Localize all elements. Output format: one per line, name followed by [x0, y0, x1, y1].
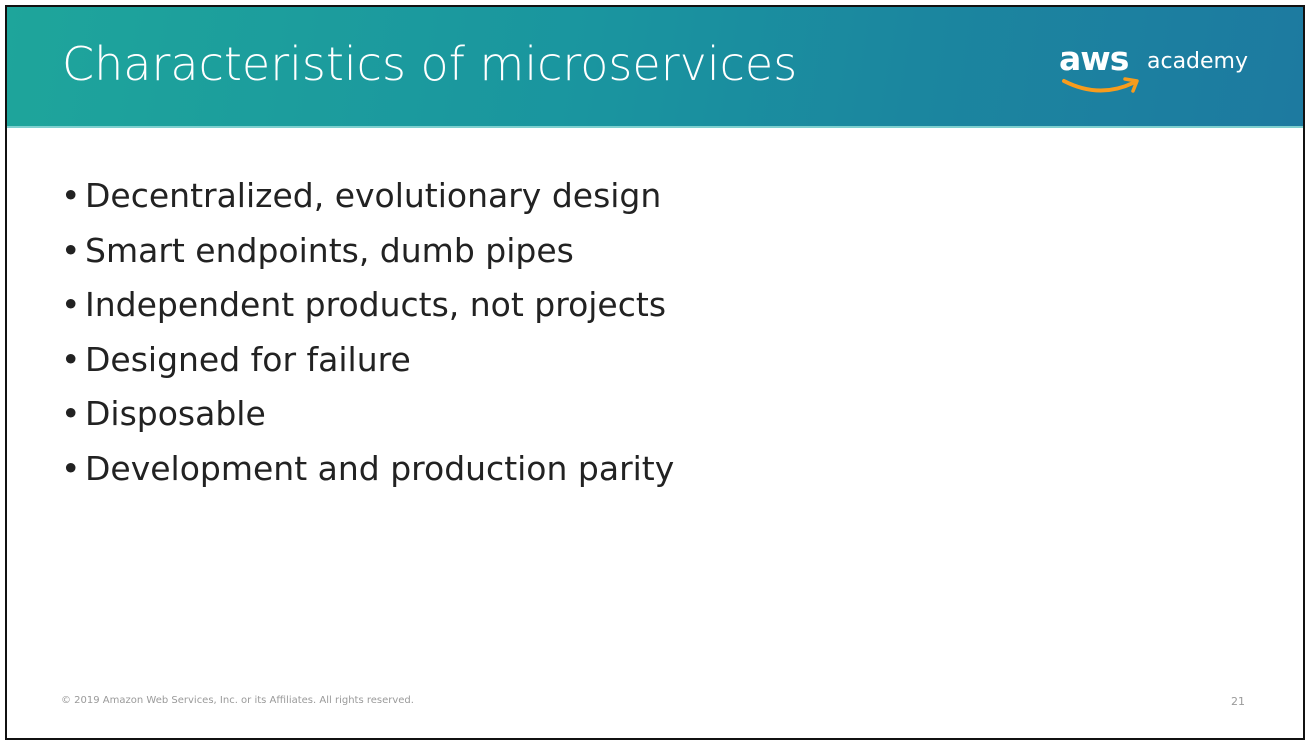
page-number: 21	[1231, 695, 1245, 708]
list-item: • Smart endpoints, dumb pipes	[61, 224, 674, 279]
bullet-text: Disposable	[85, 394, 266, 433]
list-item: • Designed for failure	[61, 333, 674, 388]
list-item: • Independent products, not projects	[61, 278, 674, 333]
slide-header: Characteristics of microservices aws aca…	[7, 7, 1303, 128]
bullet-icon: •	[61, 230, 81, 270]
bullet-text: Development and production parity	[85, 448, 675, 488]
bullet-text: Smart endpoints, dumb pipes	[85, 230, 574, 270]
bullet-icon: •	[61, 285, 81, 324]
slide-title: Characteristics of microservices	[62, 37, 798, 91]
aws-smile-icon	[1062, 77, 1139, 93]
copyright-footer: © 2019 Amazon Web Services, Inc. or its …	[61, 695, 414, 706]
bullet-text: Independent products, not projects	[85, 285, 667, 324]
bullet-icon: •	[61, 176, 81, 215]
bullet-icon: •	[61, 339, 81, 379]
bullet-list: • Decentralized, evolutionary design • Sma…	[61, 169, 674, 496]
slide: Characteristics of microservices aws aca…	[5, 5, 1305, 740]
logo-brand: aws	[1059, 39, 1129, 78]
list-item: • Decentralized, evolutionary design	[61, 169, 674, 224]
logo-product: academy	[1147, 49, 1249, 74]
aws-academy-logo: aws academy	[1059, 39, 1259, 99]
bullet-text: Designed for failure	[85, 339, 411, 379]
list-item: • Development and production parity	[61, 442, 674, 497]
list-item: • Disposable	[61, 387, 674, 442]
bullet-icon: •	[61, 448, 81, 488]
bullet-icon: •	[61, 394, 81, 433]
bullet-text: Decentralized, evolutionary design	[85, 176, 662, 215]
